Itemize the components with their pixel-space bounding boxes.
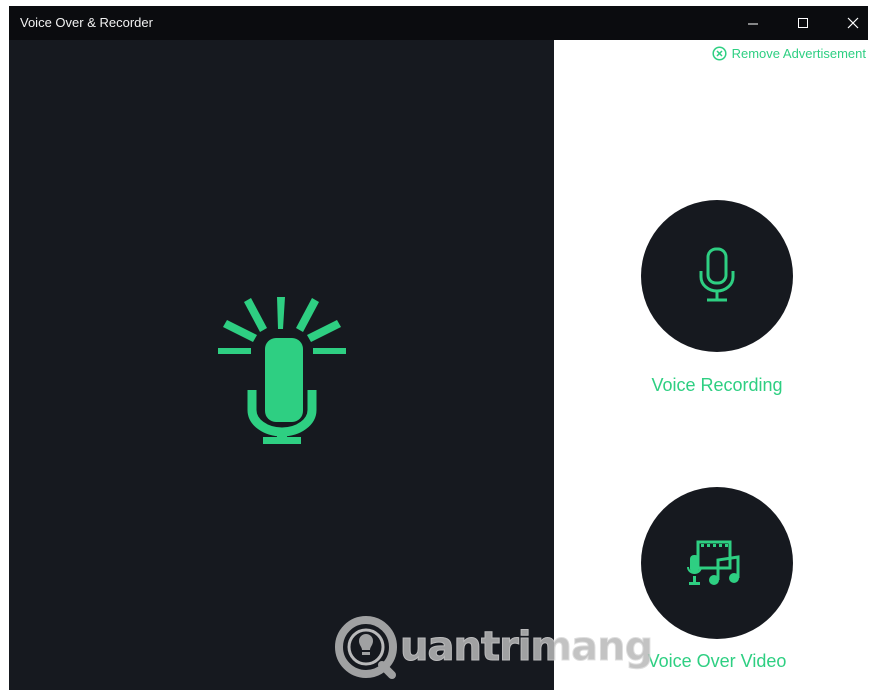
voice-recording-button[interactable] [641,200,793,352]
voice-recording-label[interactable]: Voice Recording [554,375,868,396]
minimize-icon [748,23,758,25]
voice-over-video-button[interactable] [641,487,793,639]
remove-advertisement-label: Remove Advertisement [731,46,866,61]
maximize-button[interactable] [780,6,826,40]
maximize-icon [798,18,808,28]
app-window: Voice Over & Recorder Remove Advertiseme… [9,6,868,690]
close-icon [847,17,859,29]
minimize-button[interactable] [730,6,776,40]
hero-panel [9,40,554,690]
microphone-icon [699,247,735,302]
remove-advertisement-link[interactable]: Remove Advertisement [712,46,866,61]
window-title: Voice Over & Recorder [20,15,153,30]
title-bar[interactable]: Voice Over & Recorder [9,6,868,40]
options-panel: Remove Advertisement Voice Recording Voi… [554,40,868,690]
microphone-broadcast-icon [218,297,346,444]
film-music-icon [687,540,740,585]
circle-x-icon [712,46,727,61]
voice-over-video-label[interactable]: Voice Over Video [554,651,868,672]
close-button[interactable] [830,6,868,40]
